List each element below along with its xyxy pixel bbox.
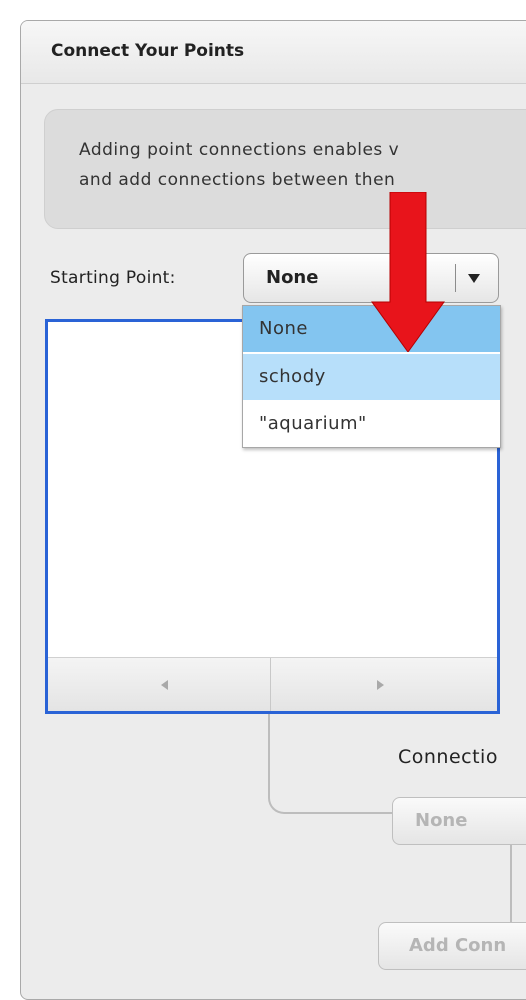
- scroll-right-button[interactable]: [271, 658, 497, 711]
- connections-label: Connectio: [398, 746, 498, 768]
- arrow-right-icon: [377, 680, 384, 690]
- starting-point-selected-value: None: [266, 267, 319, 288]
- info-box: Adding point connections enables v and a…: [44, 109, 526, 229]
- connector-line: [268, 714, 398, 814]
- select-separator: [455, 264, 456, 292]
- scroll-left-button[interactable]: [48, 658, 271, 711]
- chevron-down-icon[interactable]: [468, 274, 480, 283]
- connection-select-disabled[interactable]: None: [392, 797, 526, 845]
- dropdown-option-schody[interactable]: schody: [243, 354, 500, 400]
- panel-title: Connect Your Points: [51, 41, 245, 61]
- starting-point-label: Starting Point:: [50, 268, 176, 288]
- red-down-arrow-icon: [371, 192, 445, 352]
- info-text-line-1: Adding point connections enables v: [79, 140, 400, 160]
- connector-vertical-line: [510, 845, 512, 922]
- horizontal-scrollbar[interactable]: [48, 657, 497, 711]
- info-text-line-2: and add connections between then: [79, 170, 396, 190]
- panel-header: Connect Your Points: [21, 21, 526, 84]
- dropdown-option-aquarium[interactable]: "aquarium": [243, 401, 500, 447]
- arrow-left-icon: [161, 680, 168, 690]
- add-connection-button[interactable]: Add Conn: [378, 922, 526, 970]
